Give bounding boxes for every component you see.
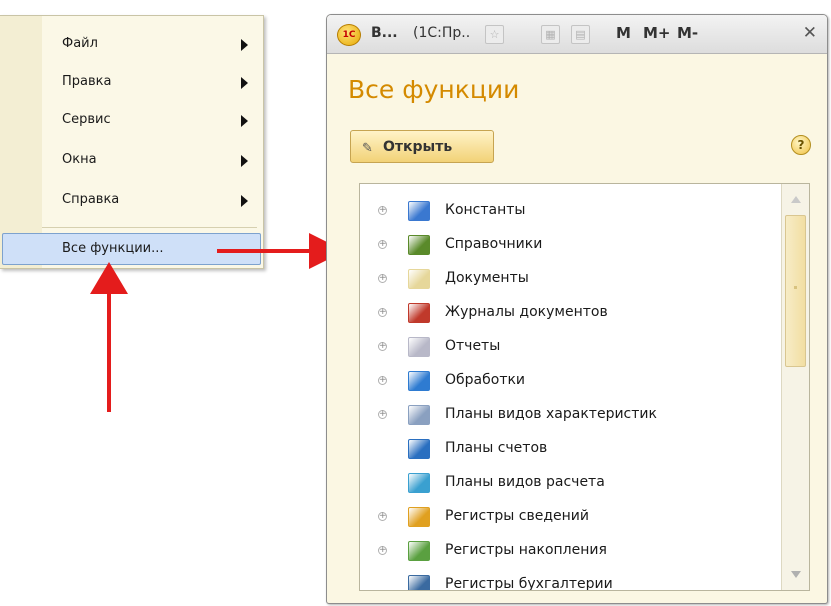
menu-item-service[interactable]: Сервис <box>42 101 263 139</box>
expand-icon[interactable]: + <box>378 342 387 351</box>
reports-icon <box>408 337 430 357</box>
pencil-icon: ✎ <box>362 141 373 156</box>
tree-item-label: Константы <box>445 202 526 218</box>
tree-item[interactable]: Регистры бухгалтерии <box>360 568 780 591</box>
calculator-icon[interactable]: ▦ <box>541 25 560 44</box>
submenu-arrow-icon <box>241 155 248 167</box>
submenu-arrow-icon <box>241 77 248 89</box>
tree-scrollbar[interactable] <box>781 184 809 590</box>
document-journals-icon <box>408 303 430 323</box>
menu-icon-gutter <box>0 16 42 268</box>
tree-item-label: Журналы документов <box>445 304 608 320</box>
window-titlebar[interactable]: 1С В... (1С:Пр.. ☆ ▦ ▤ M M+ M- ✕ <box>327 15 827 54</box>
tree-item[interactable]: + Константы <box>360 194 780 228</box>
scroll-up-icon[interactable] <box>791 196 801 203</box>
menu-item-file[interactable]: Файл <box>42 25 263 63</box>
expand-icon[interactable]: + <box>378 410 387 419</box>
constants-icon <box>408 201 430 221</box>
submenu-arrow-icon <box>241 115 248 127</box>
accounting-registers-icon <box>408 575 430 590</box>
window-app-name: (1С:Пр.. <box>413 25 471 41</box>
submenu-arrow-icon <box>241 195 248 207</box>
information-registers-icon <box>408 507 430 527</box>
calendar-icon[interactable]: ▤ <box>571 25 590 44</box>
characteristic-types-icon <box>408 405 430 425</box>
tree-item-label: Регистры сведений <box>445 508 589 524</box>
tree-item[interactable]: + Планы видов характеристик <box>360 398 780 432</box>
main-menu: Файл Правка Сервис Окна Справка Все функ… <box>0 15 264 269</box>
memory-plus-button[interactable]: M+ <box>643 24 671 42</box>
menu-item-label: Правка <box>62 74 112 89</box>
tree-item[interactable]: + Документы <box>360 262 780 296</box>
tree-item[interactable]: + Отчеты <box>360 330 780 364</box>
tree-item[interactable]: + Обработки <box>360 364 780 398</box>
tree-item[interactable]: + Журналы документов <box>360 296 780 330</box>
expand-icon[interactable]: + <box>378 240 387 249</box>
expand-icon[interactable]: + <box>378 206 387 215</box>
menu-item-label: Сервис <box>62 112 111 127</box>
favorite-icon[interactable]: ☆ <box>485 25 504 44</box>
tree-item[interactable]: + Справочники <box>360 228 780 262</box>
scroll-down-icon[interactable] <box>791 571 801 578</box>
help-icon[interactable]: ? <box>791 135 811 155</box>
app-1c-logo-icon[interactable]: 1С <box>337 24 361 46</box>
open-button[interactable]: ✎ Открыть <box>350 130 494 163</box>
menu-item-label: Справка <box>62 192 120 207</box>
expand-icon[interactable]: + <box>378 512 387 521</box>
documents-icon <box>408 269 430 289</box>
menu-item-label: Окна <box>62 152 97 167</box>
tree-item[interactable]: + Регистры накопления <box>360 534 780 568</box>
tree-item-label: Документы <box>445 270 529 286</box>
memory-button[interactable]: M <box>616 24 631 42</box>
menu-item-label: Все функции... <box>62 241 164 256</box>
expand-icon[interactable]: + <box>378 376 387 385</box>
tree-item-label: Регистры бухгалтерии <box>445 576 613 591</box>
expand-icon[interactable]: + <box>378 546 387 555</box>
accumulation-registers-icon <box>408 541 430 561</box>
charts-of-accounts-icon <box>408 439 430 459</box>
tree-item-label: Отчеты <box>445 338 501 354</box>
tree-item-label: Обработки <box>445 372 526 388</box>
window-title-short: В... <box>371 25 398 41</box>
catalogs-icon <box>408 235 430 255</box>
page-title: Все функции <box>348 75 520 104</box>
calculation-types-icon <box>408 473 430 493</box>
tree-item-label: Планы счетов <box>445 440 548 456</box>
tree-item-label: Планы видов расчета <box>445 474 605 490</box>
tree-item[interactable]: Планы видов расчета <box>360 466 780 500</box>
submenu-arrow-icon <box>241 39 248 51</box>
tree-item[interactable]: Планы счетов <box>360 432 780 466</box>
tree-item-label: Планы видов характеристик <box>445 406 657 422</box>
tree-item-label: Регистры накопления <box>445 542 607 558</box>
expand-icon[interactable]: + <box>378 308 387 317</box>
open-button-label: Открыть <box>383 139 453 155</box>
functions-tree[interactable]: + Константы + Справочники + Документы + Журналы… <box>359 183 810 591</box>
scroll-grip-icon <box>794 286 797 289</box>
menu-item-label: Файл <box>62 36 98 51</box>
menu-item-edit[interactable]: Правка <box>42 63 263 101</box>
memory-minus-button[interactable]: M- <box>677 24 698 42</box>
expand-icon[interactable]: + <box>378 274 387 283</box>
menu-item-windows[interactable]: Окна <box>42 141 263 179</box>
close-icon[interactable]: ✕ <box>803 23 817 43</box>
tree-item[interactable]: + Регистры сведений <box>360 500 780 534</box>
menu-separator <box>42 227 257 228</box>
scroll-thumb[interactable] <box>785 215 806 367</box>
data-processors-icon <box>408 371 430 391</box>
tree-item-label: Справочники <box>445 236 543 252</box>
menu-item-help[interactable]: Справка <box>42 181 263 219</box>
all-functions-window: 1С В... (1С:Пр.. ☆ ▦ ▤ M M+ M- ✕ Все фун… <box>326 14 828 604</box>
